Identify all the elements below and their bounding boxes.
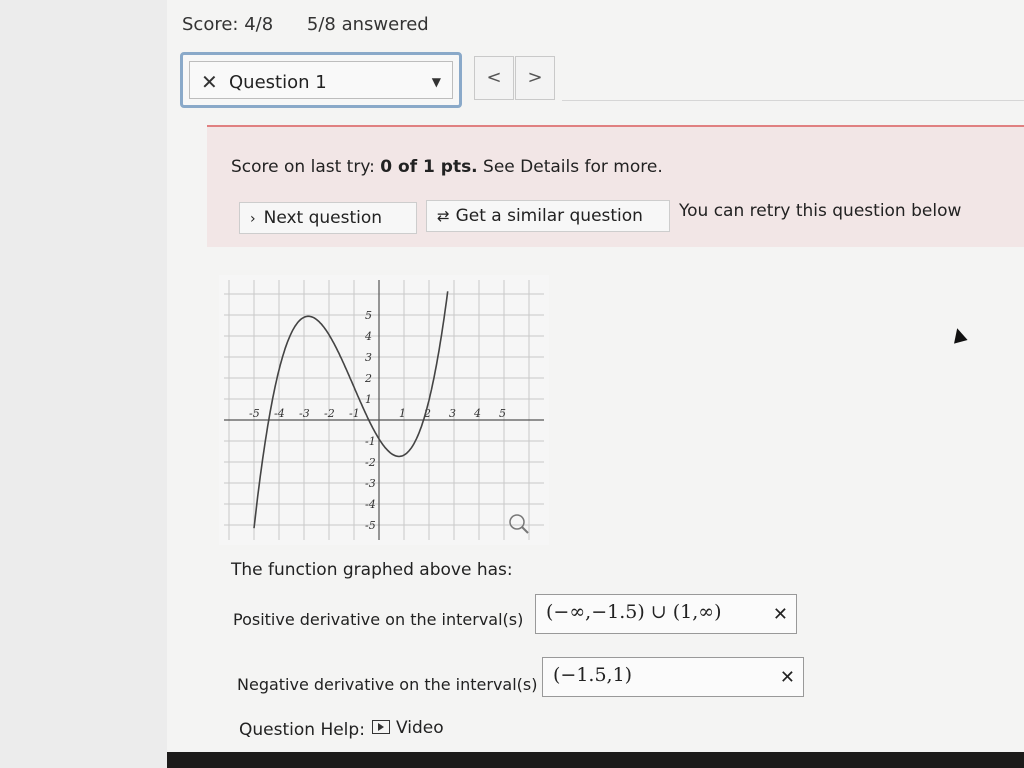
incorrect-icon: ✕ bbox=[201, 70, 218, 94]
main-content: Score: 4/8 5/8 answered ✕ Question 1 ▼ <… bbox=[167, 0, 1024, 752]
x-tick-label: -5 bbox=[249, 407, 260, 420]
last-try-suffix: See Details for more. bbox=[477, 157, 663, 177]
incorrect-icon: ✕ bbox=[779, 667, 795, 688]
x-tick-label: 3 bbox=[449, 407, 456, 420]
x-tick-label: -2 bbox=[324, 407, 335, 420]
left-margin bbox=[0, 0, 167, 768]
next-question-label: Next question bbox=[263, 208, 383, 228]
next-question-arrow-button[interactable]: > bbox=[515, 56, 555, 100]
x-tick-label: -1 bbox=[349, 407, 360, 420]
question-help-label: Question Help: bbox=[239, 720, 365, 740]
y-tick-label: 3 bbox=[365, 351, 372, 364]
similar-question-button[interactable]: ⇄ Get a similar question bbox=[426, 200, 670, 232]
similar-question-label: Get a similar question bbox=[455, 206, 643, 226]
chevron-left-icon: < bbox=[486, 67, 502, 88]
chevron-down-icon: ▼ bbox=[431, 75, 441, 89]
y-tick-label: 2 bbox=[364, 372, 372, 385]
page: Score: 4/8 5/8 answered ✕ Question 1 ▼ <… bbox=[0, 0, 1024, 768]
question-label: Question 1 bbox=[229, 72, 327, 93]
question-prompt: The function graphed above has: bbox=[231, 560, 513, 580]
x-tick-label: 4 bbox=[473, 407, 481, 420]
x-tick-label: -4 bbox=[274, 407, 285, 420]
incorrect-icon: ✕ bbox=[772, 604, 788, 625]
y-tick-label: -3 bbox=[365, 477, 376, 490]
score-bar: Score: 4/8 5/8 answered bbox=[182, 14, 457, 35]
x-tick-label: 1 bbox=[399, 407, 406, 420]
prev-question-button[interactable]: < bbox=[474, 56, 514, 100]
last-try-points: 0 of 1 pts. bbox=[380, 157, 478, 177]
refresh-icon: ⇄ bbox=[437, 207, 450, 225]
y-tick-label: 5 bbox=[365, 309, 372, 322]
negative-derivative-value: (−1.5,1) bbox=[553, 664, 633, 686]
y-tick-label: -5 bbox=[365, 519, 376, 532]
feedback-panel: Score on last try: 0 of 1 pts. See Detai… bbox=[207, 127, 1024, 247]
question-selector[interactable]: ✕ Question 1 ▼ bbox=[180, 52, 462, 108]
x-tick-label: -3 bbox=[299, 407, 310, 420]
positive-derivative-label: Positive derivative on the interval(s) bbox=[233, 610, 524, 629]
score-text: Score: 4/8 bbox=[182, 14, 274, 35]
negative-derivative-input[interactable]: (−1.5,1) ✕ bbox=[542, 657, 804, 697]
video-icon bbox=[372, 720, 390, 734]
x-tick-label: 5 bbox=[499, 407, 506, 420]
negative-derivative-label: Negative derivative on the interval(s) bbox=[237, 675, 538, 694]
y-tick-label: -1 bbox=[365, 435, 376, 448]
function-graph: -5 -4 -3 -2 -1 1 2 3 4 5 5 4 3 2 1 -1 -2 -3 -4 -5 bbox=[219, 275, 549, 547]
chevron-right-icon: › bbox=[250, 211, 256, 227]
answered-text: 5/8 answered bbox=[306, 14, 429, 35]
positive-derivative-value: (−∞,−1.5) ∪ (1,∞) bbox=[546, 601, 722, 623]
positive-derivative-input[interactable]: (−∞,−1.5) ∪ (1,∞) ✕ bbox=[535, 594, 797, 634]
chevron-right-icon: > bbox=[527, 67, 543, 88]
graph-svg: -5 -4 -3 -2 -1 1 2 3 4 5 54321-1-2-3-4-5 bbox=[219, 275, 549, 547]
video-label: Video bbox=[396, 718, 444, 738]
y-tick-label: 4 bbox=[364, 330, 372, 343]
last-try-prefix: Score on last try: bbox=[231, 157, 381, 177]
header-divider bbox=[562, 100, 1024, 101]
retry-hint: You can retry this question below bbox=[679, 201, 962, 221]
y-tick-label: 1 bbox=[365, 393, 372, 406]
y-tick-label: -4 bbox=[365, 498, 376, 511]
next-question-button[interactable]: › Next question bbox=[239, 202, 417, 234]
last-try-score: Score on last try: 0 of 1 pts. See Detai… bbox=[231, 157, 663, 177]
video-link[interactable]: Video bbox=[372, 718, 444, 738]
y-tick-label: -2 bbox=[365, 456, 376, 469]
